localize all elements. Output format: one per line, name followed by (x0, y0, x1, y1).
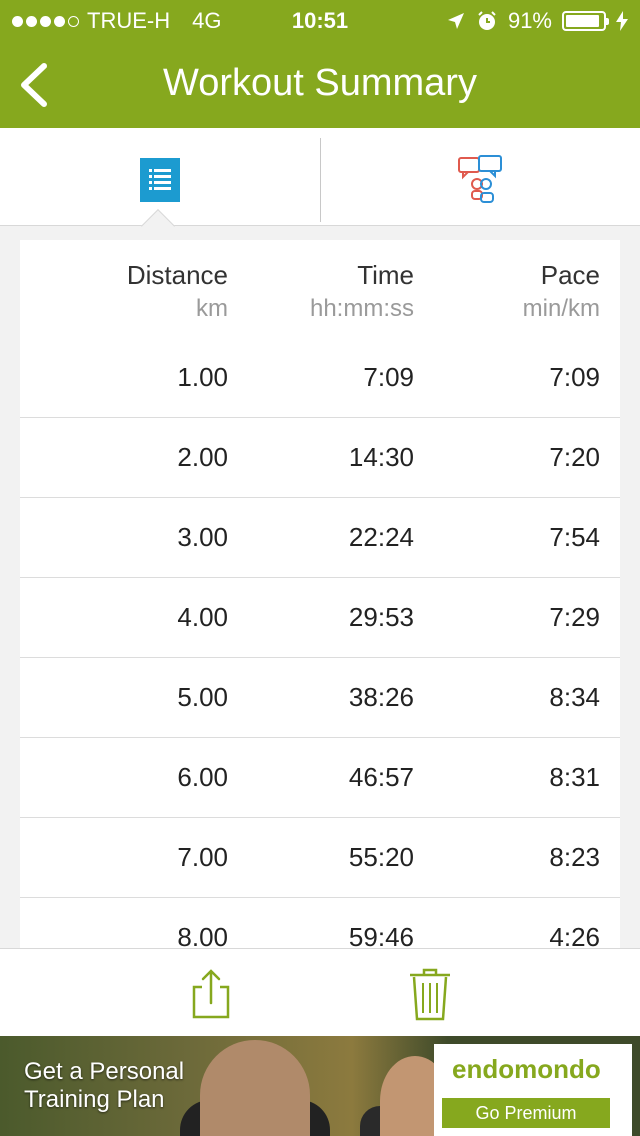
list-icon (140, 158, 180, 202)
table-row: 3.00 22:24 7:54 (20, 498, 620, 578)
trash-icon[interactable] (406, 965, 454, 1023)
cell-time: 29:53 (348, 602, 414, 632)
cell-time: 46:57 (348, 762, 414, 792)
ad-banner[interactable]: Get a Personal Training Plan endomondo G… (0, 1036, 640, 1136)
header-time-unit: hh:mm:ss (309, 295, 414, 322)
header-pace-label: Pace (540, 260, 600, 290)
cell-distance: 8.00 (177, 922, 228, 948)
laps-table: Distance km Time hh:mm:ss Pace min/km 1.… (20, 240, 620, 948)
cell-time: 22:24 (348, 522, 414, 552)
table-row: 1.00 7:09 7:09 (20, 338, 620, 418)
ad-headline-line1: Get a Personal (24, 1058, 185, 1085)
cell-distance: 2.00 (177, 442, 228, 472)
cell-time: 55:20 (348, 842, 414, 872)
table-row: 7.00 55:20 8:23 (20, 818, 620, 898)
alarm-icon (478, 11, 496, 30)
cell-distance: 1.00 (177, 362, 228, 392)
cell-distance: 3.00 (177, 522, 228, 552)
cell-pace: 7:09 (549, 362, 600, 392)
cell-pace: 8:31 (549, 762, 600, 792)
tab-social[interactable] (321, 128, 640, 226)
cell-distance: 6.00 (177, 762, 228, 792)
ad-headline: Get a Personal Training Plan (24, 1058, 184, 1114)
header-pace-unit: min/km (522, 295, 600, 322)
header-distance: Distance km (127, 240, 228, 323)
cell-distance: 4.00 (177, 602, 228, 632)
cell-distance: 5.00 (177, 682, 228, 712)
table-row: 5.00 38:26 8:34 (20, 658, 620, 738)
action-bar (0, 948, 640, 1036)
header-pace: Pace min/km (523, 240, 600, 323)
battery-percent: 91% (507, 8, 552, 33)
page-title: Workout Summary (163, 62, 477, 104)
share-icon[interactable] (186, 965, 234, 1023)
header-distance-unit: km (196, 295, 228, 322)
cell-pace: 8:34 (549, 682, 600, 712)
cell-pace: 7:20 (549, 442, 600, 472)
cell-time: 59:46 (348, 922, 414, 948)
nav-bar: TRUE-H 4G 10:51 91% Workout Summary (0, 0, 640, 128)
go-premium-button[interactable]: Go Premium (442, 1098, 610, 1128)
header-distance-label: Distance (126, 260, 228, 290)
brand-logo: endomondo (452, 1054, 601, 1084)
charging-bolt-icon (616, 11, 628, 31)
view-switcher (0, 128, 640, 226)
chat-bubbles-icon (458, 155, 502, 203)
cell-pace: 4:26 (549, 922, 600, 948)
cell-time: 14:30 (348, 442, 414, 472)
ad-brand-box: endomondo Go Premium (434, 1044, 632, 1136)
table-row: 8.00 59:46 4:26 (20, 898, 620, 948)
cell-time: 7:09 (363, 362, 414, 392)
table-header: Distance km Time hh:mm:ss Pace min/km (20, 240, 620, 340)
cell-time: 38:26 (348, 682, 414, 712)
battery-icon (562, 11, 609, 31)
cell-pace: 7:54 (549, 522, 600, 552)
cell-pace: 7:29 (549, 602, 600, 632)
table-row: 4.00 29:53 7:29 (20, 578, 620, 658)
table-row: 6.00 46:57 8:31 (20, 738, 620, 818)
table-row: 2.00 14:30 7:20 (20, 418, 620, 498)
status-right: 91% (446, 8, 628, 34)
ad-headline-line2: Training Plan (24, 1086, 165, 1113)
header-time-label: Time (357, 260, 414, 290)
table-body: 1.00 7:09 7:09 2.00 14:30 7:20 3.00 22:2… (20, 338, 620, 948)
status-bar: TRUE-H 4G 10:51 91% (0, 0, 640, 40)
location-arrow-icon (447, 13, 464, 29)
header-time: Time hh:mm:ss (310, 240, 414, 323)
ad-photo-runner-head (200, 1040, 310, 1136)
cell-pace: 8:23 (549, 842, 600, 872)
cell-distance: 7.00 (177, 842, 228, 872)
